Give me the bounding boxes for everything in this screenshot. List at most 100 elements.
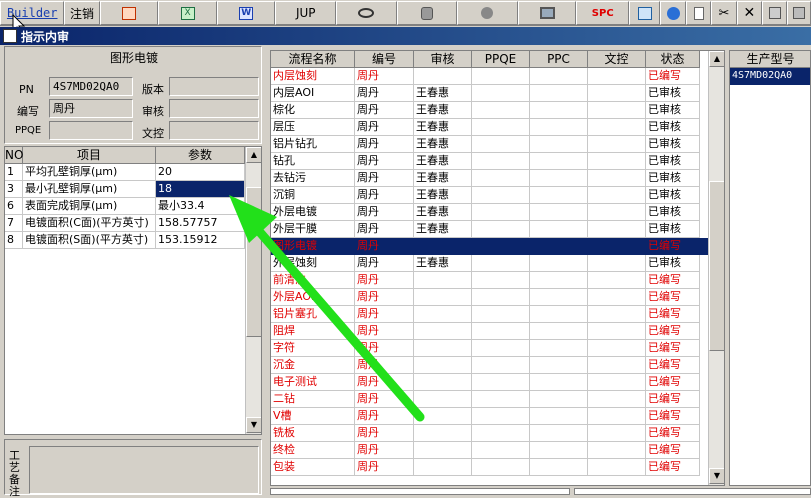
flow-cell-writer: 周丹 <box>355 221 414 238</box>
version-field[interactable] <box>169 77 259 96</box>
exit-button[interactable] <box>787 1 811 25</box>
model-grid[interactable]: 生产型号 4S7MD02QA0 <box>729 50 811 486</box>
flow-row[interactable]: 钻孔 周丹 王春惠 已审核 <box>271 153 708 170</box>
params-col-value[interactable]: 参数 <box>156 147 245 164</box>
flow-row[interactable]: 阻焊 周丹 已编写 <box>271 323 708 340</box>
tools-button[interactable] <box>457 1 518 25</box>
word-button[interactable]: W <box>216 1 276 25</box>
flow-row[interactable]: 内层AOI 周丹 王春惠 已审核 <box>271 85 708 102</box>
delete-button[interactable]: ✕ <box>736 1 763 25</box>
params-row[interactable]: 1 平均孔壁铜厚(μm) 20 <box>5 164 245 181</box>
flow-grid[interactable]: 流程名称 编号 审核 PPQE PPC 文控 状态 内层蚀刻 周丹 已编写 内层AOI… <box>270 50 725 486</box>
flow-cell-reviewer <box>414 374 472 391</box>
new-button[interactable] <box>685 1 712 25</box>
params-cell-no: 3 <box>5 181 23 198</box>
monitor-button[interactable] <box>517 1 577 25</box>
model-col-header[interactable]: 生产型号 <box>730 51 810 68</box>
pn-field[interactable]: 4S7MD02QA0 <box>49 77 133 96</box>
flow-row[interactable]: 铣板 周丹 已编写 <box>271 425 708 442</box>
flow-col-name[interactable]: 流程名称 <box>271 51 355 68</box>
params-cell-item: 电镀面积(S面)(平方英寸) <box>23 232 156 249</box>
flow-cell-name: 字符 <box>271 340 355 357</box>
params-row[interactable]: 8 电镀面积(S面)(平方英寸) 153.15912 <box>5 232 245 249</box>
flow-row[interactable]: 铝片钻孔 周丹 王春惠 已审核 <box>271 136 708 153</box>
params-scrollbar[interactable]: ▲ ▼ <box>245 147 261 434</box>
writer-field[interactable]: 周丹 <box>49 99 133 118</box>
flow-row[interactable]: 外层干膜 周丹 王春惠 已审核 <box>271 221 708 238</box>
flow-row[interactable]: 外层蚀刻 周丹 王春惠 已审核 <box>271 255 708 272</box>
flow-row[interactable]: 电子测试 周丹 已编写 <box>271 374 708 391</box>
flow-row[interactable]: 内层蚀刻 周丹 已编写 <box>271 68 708 85</box>
flow-scroll-down-icon[interactable]: ▼ <box>709 468 724 484</box>
flow-cell-reviewer <box>414 459 472 476</box>
flow-cell-ppc <box>530 170 588 187</box>
flow-row[interactable]: 二钻 周丹 已编写 <box>271 391 708 408</box>
flow-row[interactable]: 字符 周丹 已编写 <box>271 340 708 357</box>
flow-cell-name: 钻孔 <box>271 153 355 170</box>
flow-row[interactable]: 棕化 周丹 王春惠 已审核 <box>271 102 708 119</box>
flow-cell-doc <box>588 102 646 119</box>
builder-button[interactable]: Builder <box>0 1 65 25</box>
flow-scroll-up-icon[interactable]: ▲ <box>709 51 724 67</box>
flow-row[interactable]: 前清洗 周丹 已编写 <box>271 272 708 289</box>
ppqe-field[interactable] <box>49 121 133 140</box>
ppt-button[interactable] <box>99 1 159 25</box>
params-row[interactable]: 7 电镀面积(C面)(平方英寸) 158.57757 <box>5 215 245 232</box>
flow-row-selected[interactable]: 图形电镀 周丹 已编写 <box>271 238 708 255</box>
flow-cell-ppqe <box>472 119 530 136</box>
flow-hscroll[interactable] <box>270 488 570 495</box>
flow-scrollbar[interactable]: ▲ ▼ <box>708 51 724 485</box>
scroll-up-icon[interactable]: ▲ <box>246 147 261 163</box>
flow-col-status[interactable]: 状态 <box>646 51 700 68</box>
scroll-down-icon[interactable]: ▼ <box>246 417 261 433</box>
flow-col-ppqe[interactable]: PPQE <box>472 51 530 68</box>
flow-col-doc-control[interactable]: 文控 <box>588 51 646 68</box>
flow-cell-ppc <box>530 408 588 425</box>
flow-cell-writer: 周丹 <box>355 187 414 204</box>
globe-icon <box>666 6 680 20</box>
ie-button[interactable] <box>660 1 686 25</box>
flow-row[interactable]: 终检 周丹 已编写 <box>271 442 708 459</box>
flow-cell-writer: 周丹 <box>355 408 414 425</box>
bottom-hscroll[interactable] <box>574 488 811 495</box>
flow-cell-ppqe <box>472 374 530 391</box>
flow-row[interactable]: 铝片塞孔 周丹 已编写 <box>271 306 708 323</box>
database-button[interactable] <box>396 1 458 25</box>
calendar-icon <box>637 6 652 20</box>
flow-row[interactable]: 去钻污 周丹 王春惠 已审核 <box>271 170 708 187</box>
params-cell-no: 1 <box>5 164 23 181</box>
process-remark-field[interactable] <box>29 446 259 494</box>
flow-col-review[interactable]: 审核 <box>414 51 472 68</box>
flow-row[interactable]: 层压 周丹 王春惠 已审核 <box>271 119 708 136</box>
flow-row[interactable]: 沉金 周丹 已编写 <box>271 357 708 374</box>
params-row[interactable]: 6 表面完成铜厚(μm) 最小33.4 <box>5 198 245 215</box>
params-row[interactable]: 3 最小孔壁铜厚(μm) 18 <box>5 181 245 198</box>
calendar-button[interactable] <box>629 1 661 25</box>
flow-cell-status: 已编写 <box>646 459 700 476</box>
flow-col-ppc[interactable]: PPC <box>530 51 588 68</box>
flow-cell-reviewer: 王春惠 <box>414 221 472 238</box>
flow-scroll-thumb[interactable] <box>709 181 724 351</box>
params-col-item[interactable]: 项目 <box>23 147 156 164</box>
params-col-no[interactable]: NO <box>5 147 23 164</box>
flow-row[interactable]: 外层AOI 周丹 已编写 <box>271 289 708 306</box>
flow-row[interactable]: 沉铜 周丹 王春惠 已审核 <box>271 187 708 204</box>
flow-row[interactable]: 包装 周丹 已编写 <box>271 459 708 476</box>
flow-cell-doc <box>588 153 646 170</box>
scroll-thumb[interactable] <box>246 187 261 337</box>
jup-button[interactable]: JUP <box>275 1 337 25</box>
doc-control-field[interactable] <box>169 121 259 140</box>
params-grid[interactable]: NO 项目 参数 1 平均孔壁铜厚(μm) 20 3 最小孔壁铜厚(μm) 18 6 表面完成… <box>4 146 262 435</box>
flow-col-writer[interactable]: 编号 <box>355 51 414 68</box>
flow-row[interactable]: V槽 周丹 已编写 <box>271 408 708 425</box>
flow-row[interactable]: 外层电镀 周丹 王春惠 已审核 <box>271 204 708 221</box>
model-row[interactable]: 4S7MD02QA0 <box>730 68 810 85</box>
window-title: 指示内审 <box>21 29 70 44</box>
review-field[interactable] <box>169 99 259 118</box>
save-button[interactable] <box>762 1 788 25</box>
view-button[interactable] <box>336 1 397 25</box>
spc-button[interactable]: SPC <box>576 1 630 25</box>
logout-button[interactable]: 注销 <box>64 1 100 25</box>
excel-button[interactable]: X <box>158 1 217 25</box>
cut-button[interactable]: ✂ <box>711 1 737 25</box>
